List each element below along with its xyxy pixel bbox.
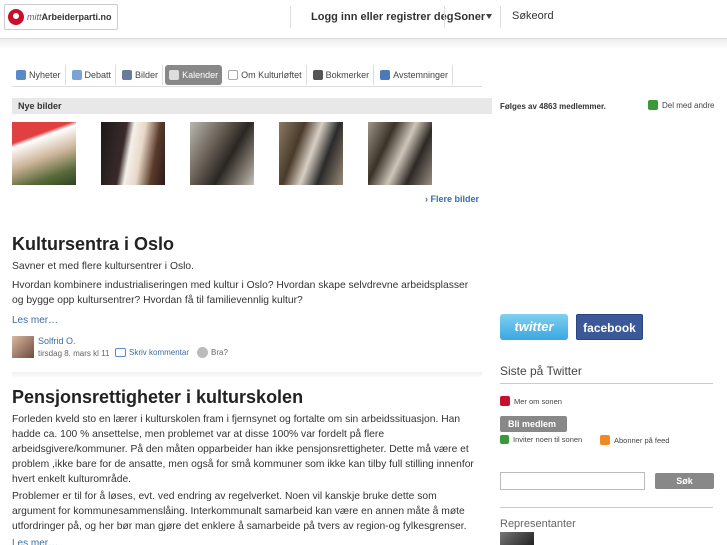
article-paragraph: Hvordan kombinere industrialiseringen me… — [12, 280, 469, 306]
comment-icon — [115, 348, 126, 357]
poll-chart-icon — [380, 70, 391, 80]
tab-debatt[interactable]: Debatt — [68, 65, 117, 85]
tab-nyheter[interactable]: Nyheter — [12, 65, 66, 85]
invite-link[interactable]: Inviter noen til sonen — [500, 435, 582, 444]
sidebar-search-input[interactable] — [500, 472, 645, 490]
section-tabs: Nyheter Debatt Bilder Kalender Om Kultur… — [12, 64, 455, 86]
twitter-heading: Siste på Twitter — [500, 364, 582, 378]
followers-count: Følges av 4863 medlemmer. — [500, 102, 606, 111]
article-date: tirsdag 8. mars kl 11 — [38, 349, 110, 358]
write-comment-link[interactable]: Skriv kommentar — [115, 348, 189, 357]
rose-logo-icon — [8, 9, 24, 25]
gallery-thumbnail[interactable] — [368, 122, 432, 185]
search-button[interactable]: Søk — [655, 473, 714, 489]
heading-divider — [500, 383, 713, 384]
new-images-heading: Nye bilder — [12, 98, 492, 114]
gallery-thumbnail[interactable] — [101, 122, 165, 185]
soner-menu[interactable]: Soner — [454, 11, 485, 23]
more-images-link[interactable]: › Flere bilder — [425, 194, 479, 204]
twitter-button[interactable]: twitter — [500, 314, 568, 340]
like-button[interactable]: Bra? — [197, 347, 228, 358]
header-divider — [290, 6, 291, 28]
facebook-button[interactable]: facebook — [576, 314, 643, 340]
representative-avatar[interactable] — [500, 532, 534, 545]
tabs-underline — [12, 86, 482, 87]
tab-avstemninger[interactable]: Avstemninger — [376, 65, 453, 85]
heading-divider — [500, 507, 713, 508]
author-name[interactable]: Solfrid O. — [38, 336, 76, 346]
article-paragraph: Savner et med flere kultursentrer i Oslo… — [12, 261, 194, 272]
images-icon — [122, 70, 133, 80]
heart-icon — [500, 396, 510, 406]
search-field[interactable]: Søkeord — [512, 10, 554, 22]
article-paragraph: Forleden kveld sto en lærer i kulturskol… — [12, 414, 474, 485]
rss-icon — [600, 435, 610, 445]
share-icon — [648, 100, 658, 110]
representatives-heading: Representanter — [500, 518, 576, 530]
become-member-button[interactable]: Bli medlem — [500, 416, 567, 432]
top-bar: mittArbeiderparti.no Logg inn eller regi… — [0, 0, 727, 39]
gallery-thumbnail[interactable] — [12, 122, 76, 185]
site-logo[interactable]: mittArbeiderparti.no — [4, 4, 118, 30]
header-shadow — [0, 39, 727, 49]
debate-icon — [71, 70, 82, 80]
chevron-down-icon[interactable] — [486, 14, 492, 19]
bookmark-icon — [312, 70, 323, 80]
logo-text: mittArbeiderparti.no — [27, 12, 112, 22]
thumbs-up-icon — [197, 347, 208, 358]
gallery-thumbnail[interactable] — [279, 122, 343, 185]
plus-icon — [500, 435, 509, 444]
tab-bokmerker[interactable]: Bokmerker — [309, 65, 375, 85]
share-link[interactable]: Del med andre — [648, 100, 714, 110]
tab-kalender[interactable]: Kalender — [165, 65, 223, 85]
subscribe-feed-link[interactable]: Abonner på feed — [600, 435, 669, 445]
pages-icon — [228, 70, 239, 80]
article-divider — [12, 372, 482, 378]
tab-om-kulturloftet[interactable]: Om Kulturløftet — [224, 65, 307, 85]
calendar-icon — [169, 70, 180, 80]
read-more-link[interactable]: Les mer… — [12, 315, 58, 326]
article-title[interactable]: Pensjonsrettigheter i kulturskolen — [12, 387, 303, 408]
read-more-link[interactable]: Les mer… — [12, 538, 58, 545]
article-paragraph: Problemer er til for å løses, evt. ved e… — [12, 491, 467, 532]
header-divider — [500, 6, 501, 28]
news-icon — [16, 70, 26, 80]
login-link[interactable]: Logg inn eller registrer deg — [311, 11, 453, 23]
article-title[interactable]: Kultursentra i Oslo — [12, 234, 174, 255]
gallery-thumbnail[interactable] — [190, 122, 254, 185]
avatar[interactable] — [12, 336, 34, 358]
tab-bilder[interactable]: Bilder — [118, 65, 164, 85]
header-divider — [444, 6, 445, 28]
more-about-zone-link[interactable]: Mer om sonen — [500, 396, 562, 406]
